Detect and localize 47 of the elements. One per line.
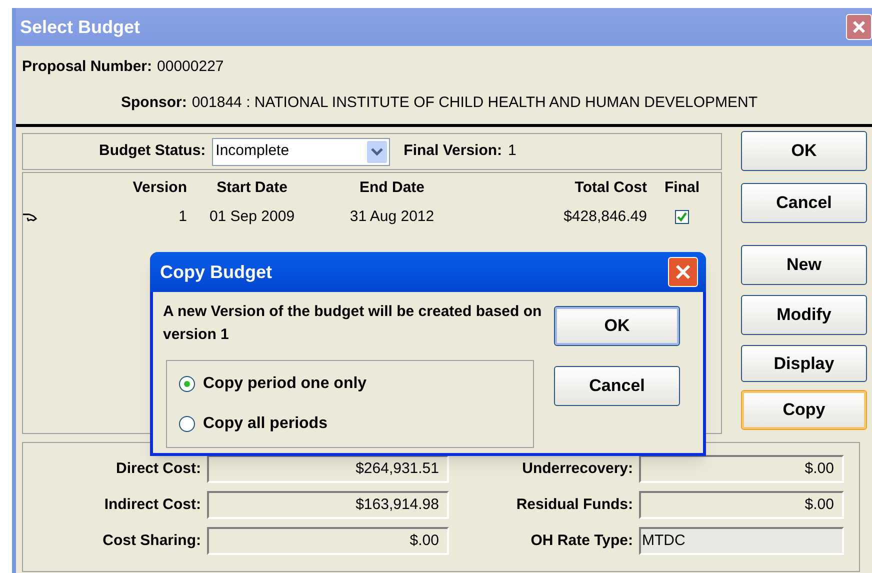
field-value: 00000227 <box>157 56 224 76</box>
field-label: Cost Sharing: <box>102 530 202 551</box>
column-header: Version <box>132 178 187 198</box>
column-header: Start Date <box>216 178 288 198</box>
readonly-field: $264,931.51 <box>207 455 449 483</box>
column-header: End Date <box>358 178 426 198</box>
radio-option[interactable]: Copy all periods <box>179 412 533 436</box>
field-label: Indirect Cost: <box>103 494 202 515</box>
readonly-field: $.00 <box>639 455 844 483</box>
table-cell-text: $428,846.49 <box>562 206 647 227</box>
field-label: Final Version: <box>404 141 502 162</box>
close-icon <box>852 20 866 34</box>
window-title: Select Budget <box>20 16 140 39</box>
field-label: Budget Status: <box>99 141 206 162</box>
dialog-message: A new Version of the budget will be created based on version 1 <box>163 302 543 345</box>
table-cell-text: 31 Aug 2012 <box>348 206 436 227</box>
field-label: Sponsor: <box>121 93 187 113</box>
action-button[interactable]: New <box>741 245 867 285</box>
column-header: Total Cost <box>574 178 647 198</box>
readonly-field: $.00 <box>639 491 844 519</box>
dialog-title: Copy Budget <box>160 260 272 284</box>
column-header: Final <box>663 178 700 198</box>
action-button[interactable]: Modify <box>741 295 867 335</box>
close-button[interactable] <box>668 257 698 287</box>
action-button[interactable]: OK <box>741 131 867 171</box>
radio-option[interactable]: Copy period one only <box>179 372 533 396</box>
table-cell-text: 01 Sep 2009 <box>208 206 296 227</box>
action-button[interactable]: Display <box>741 345 867 382</box>
readonly-field: $163,914.98 <box>207 491 449 519</box>
field-label: Direct Cost: <box>114 458 202 479</box>
dialog-button[interactable]: OK <box>554 306 680 346</box>
final-checkbox[interactable] <box>675 210 689 224</box>
close-button[interactable] <box>846 14 872 40</box>
status-dropdown[interactable]: Incomplete <box>212 138 390 166</box>
readonly-field: $.00 <box>207 527 449 555</box>
readonly-field: MTDC <box>639 527 844 555</box>
dialog-button[interactable]: Cancel <box>554 366 680 406</box>
field-label: Residual Funds: <box>515 494 634 515</box>
field-label: OH Rate Type: <box>530 530 634 551</box>
table-cell-text: 1 <box>178 206 187 227</box>
action-button[interactable]: Copy <box>741 390 867 430</box>
field-value: 001844 : NATIONAL INSTITUTE OF CHILD HEALTH AND HUMAN DEVELOPMENT <box>192 93 758 113</box>
field-value: 1 <box>508 141 516 162</box>
field-label: Underrecovery: <box>521 458 634 479</box>
action-button[interactable]: Cancel <box>741 183 867 223</box>
close-icon <box>675 264 691 280</box>
field-label: Proposal Number: <box>22 56 152 76</box>
